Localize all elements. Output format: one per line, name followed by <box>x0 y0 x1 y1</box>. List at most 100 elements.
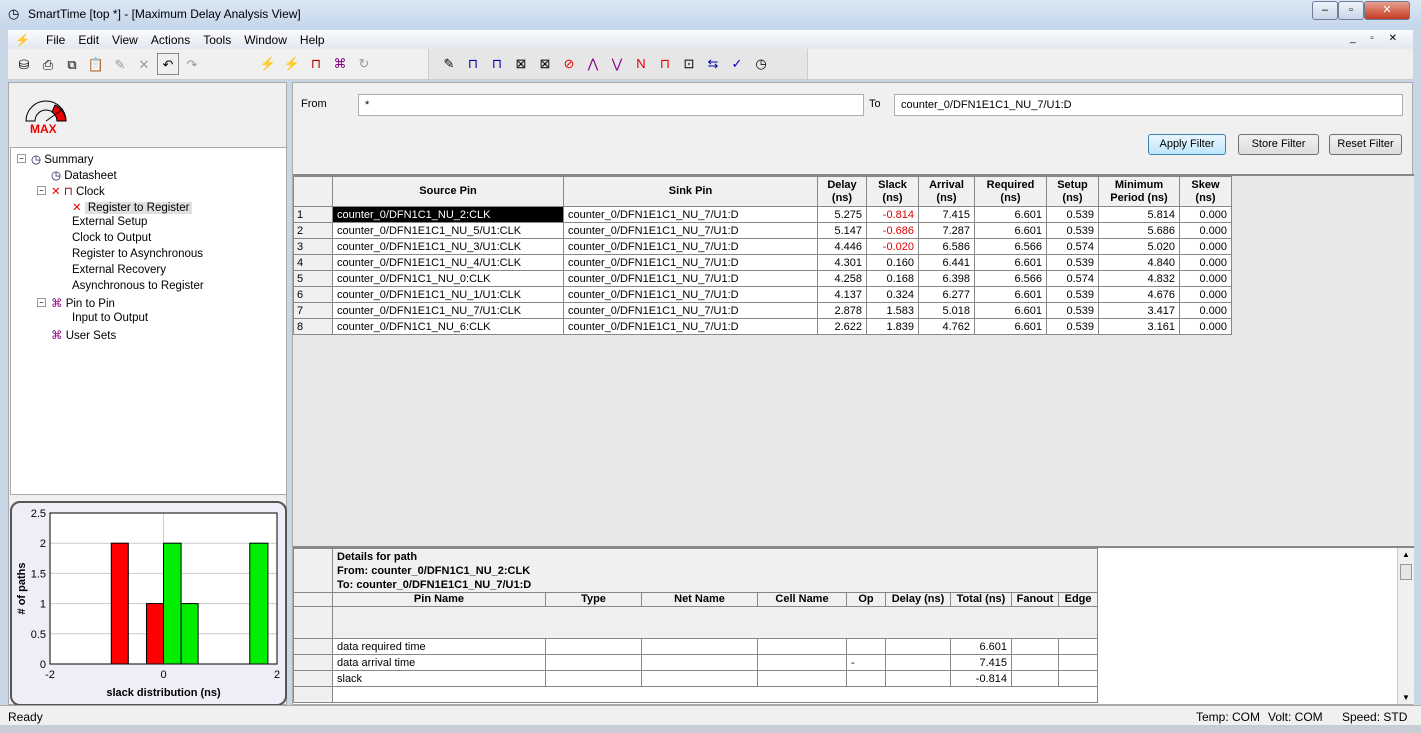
max-delay-icon[interactable]: ⚡ <box>257 53 279 75</box>
tree-item-register-to-register[interactable]: ✕ Register to Register <box>72 200 193 214</box>
app-menu-icon[interactable]: ⚡ <box>8 30 36 47</box>
reset-filter-button[interactable]: Reset Filter <box>1329 134 1402 155</box>
column-header[interactable]: Delay (ns) <box>817 176 867 207</box>
clock-source-latency-icon[interactable]: ⊡ <box>678 53 700 75</box>
right-panel: From To Apply Filter Store Filter Reset … <box>292 82 1414 705</box>
menu-tools[interactable]: Tools <box>196 30 237 47</box>
column-header[interactable]: Op <box>846 592 886 607</box>
tree-item-datasheet[interactable]: ◷ Datasheet <box>51 168 117 182</box>
table-row[interactable]: 3 counter_0/DFN1E1C1_NU_3/U1:CLK counter_0… <box>293 238 1232 255</box>
apply-filter-button[interactable]: Apply Filter <box>1148 134 1226 155</box>
tree-item-clock[interactable]: − ✕ ⊓ Clock <box>37 184 105 198</box>
column-header[interactable]: Edge <box>1057 592 1099 607</box>
close-button[interactable]: ✕ <box>1364 1 1410 20</box>
table-row[interactable]: 4 counter_0/DFN1E1C1_NU_4/U1:CLK counter_0… <box>293 254 1232 271</box>
redo-icon[interactable]: ↷ <box>181 54 203 76</box>
column-header[interactable] <box>293 176 333 207</box>
details-row[interactable]: slack -0.814 <box>293 670 1099 687</box>
table-row[interactable]: 2 counter_0/DFN1E1C1_NU_5/U1:CLK counter_0… <box>293 222 1232 239</box>
column-header[interactable] <box>293 592 333 607</box>
histogram-bar <box>110 542 129 665</box>
column-header[interactable]: Cell Name <box>757 592 847 607</box>
minimize-button[interactable]: – <box>1312 1 1338 20</box>
tree-item-external-setup[interactable]: External Setup <box>72 216 147 228</box>
table-row[interactable]: 8 counter_0/DFN1C1_NU_6:CLK counter_0/DFN1… <box>293 318 1232 335</box>
to-input[interactable] <box>894 94 1403 116</box>
refresh-icon[interactable]: ↻ <box>353 53 375 75</box>
print-icon[interactable]: ⎙ <box>37 54 59 76</box>
table-cell: 3.417 <box>1098 302 1180 319</box>
column-header[interactable]: Total (ns) <box>950 592 1012 607</box>
copy-icon[interactable]: ⧉ <box>61 54 83 76</box>
min-delay-constraint-icon[interactable]: ⋁ <box>606 53 628 75</box>
maximize-button[interactable]: ▫ <box>1338 1 1364 20</box>
column-header[interactable]: Required (ns) <box>974 176 1047 207</box>
generated-clock-icon[interactable]: ⊓ <box>486 53 508 75</box>
column-header[interactable]: Setup (ns) <box>1046 176 1099 207</box>
check-constraints-icon[interactable]: ✓ <box>726 53 748 75</box>
column-header[interactable]: Arrival (ns) <box>918 176 975 207</box>
column-header[interactable]: Pin Name <box>332 592 546 607</box>
false-path-icon[interactable]: ⊘ <box>558 53 580 75</box>
pin-to-pin-toolbar-icon[interactable]: ⌘ <box>329 53 351 75</box>
min-delay-icon[interactable]: ⚡ <box>281 53 303 75</box>
column-header[interactable]: Delay (ns) <box>885 592 951 607</box>
column-header[interactable]: Sink Pin <box>563 176 818 207</box>
constraint-editor-icon[interactable]: ✎ <box>438 53 460 75</box>
tree-item-asynchronous-to-register[interactable]: Asynchronous to Register <box>72 280 204 292</box>
output-delay-icon[interactable]: ⊠ <box>534 53 556 75</box>
table-cell: 0.324 <box>866 286 919 303</box>
table-cell: 7.415 <box>950 654 1012 671</box>
clock-uncertainty-icon[interactable]: ⇆ <box>702 53 724 75</box>
details-row[interactable]: data arrival time - 7.415 <box>293 654 1099 671</box>
max-delay-constraint-icon[interactable]: ⋀ <box>582 53 604 75</box>
table-cell: 6.441 <box>918 254 975 271</box>
column-header[interactable]: Type <box>545 592 642 607</box>
clock-icon-1[interactable]: ⊓ <box>462 53 484 75</box>
table-row[interactable]: 6 counter_0/DFN1E1C1_NU_1/U1:CLK counter_0… <box>293 286 1232 303</box>
column-header[interactable]: Slack (ns) <box>866 176 919 207</box>
menu-edit[interactable]: Edit <box>71 30 105 47</box>
from-input[interactable] <box>358 94 864 116</box>
table-cell: 6.566 <box>974 238 1047 255</box>
column-header[interactable]: Fanout <box>1011 592 1059 607</box>
menu-window[interactable]: Window <box>237 30 293 47</box>
store-filter-button[interactable]: Store Filter <box>1238 134 1319 155</box>
clock-group-icon[interactable]: ◷ <box>750 53 772 75</box>
disable-timing-icon[interactable]: ⊓ <box>654 53 676 75</box>
table-row[interactable]: 7 counter_0/DFN1E1C1_NU_7/U1:CLK counter_0… <box>293 302 1232 319</box>
table-row[interactable]: 5 counter_0/DFN1C1_NU_0:CLK counter_0/DFN1… <box>293 270 1232 287</box>
menu-file[interactable]: File <box>39 30 71 47</box>
collapse-icon[interactable]: − <box>17 154 26 163</box>
paste-icon[interactable]: 📋 <box>85 54 107 76</box>
tree-item-register-to-asynchronous[interactable]: Register to Asynchronous <box>72 248 203 260</box>
menu-actions[interactable]: Actions <box>144 30 196 47</box>
column-header[interactable]: Net Name <box>641 592 758 607</box>
collapse-icon[interactable]: − <box>37 298 46 307</box>
undo-icon[interactable]: ↶ <box>157 53 179 75</box>
multicycle-icon[interactable]: N <box>630 53 652 75</box>
delete-icon[interactable]: ✕ <box>133 54 155 76</box>
details-scrollbar[interactable]: ▲ ▼ <box>1397 548 1414 704</box>
menu-view[interactable]: View <box>105 30 144 47</box>
column-header[interactable]: Skew (ns) <box>1179 176 1232 207</box>
clock-constraint-icon[interactable]: ⊓ <box>305 53 327 75</box>
menu-help[interactable]: Help <box>293 30 331 47</box>
table-row[interactable]: 1 counter_0/DFN1C1_NU_2:CLK counter_0/DFN1… <box>293 206 1232 223</box>
column-header[interactable]: Minimum Period (ns) <box>1098 176 1180 207</box>
details-row[interactable]: data required time 6.601 <box>293 638 1099 655</box>
tree-item-external-recovery[interactable]: External Recovery <box>72 264 166 276</box>
tree-item-clock-to-output[interactable]: Clock to Output <box>72 232 151 244</box>
tree-item-pin-to-pin[interactable]: − ⌘ Pin to Pin <box>37 296 115 310</box>
tree-item-input-to-output[interactable]: Input to Output <box>72 312 148 324</box>
column-header[interactable]: Source Pin <box>332 176 564 207</box>
tree-item-user-sets[interactable]: ⌘ User Sets <box>51 328 116 342</box>
edit-icon[interactable]: ✎ <box>109 54 131 76</box>
collapse-icon[interactable]: − <box>37 186 46 195</box>
database-icon[interactable]: ⛁ <box>13 54 35 76</box>
tree-item-summary[interactable]: − ◷ Summary <box>17 152 93 166</box>
input-delay-icon[interactable]: ⊠ <box>510 53 532 75</box>
table-cell <box>1011 638 1059 655</box>
chart-svg: 00.511.522.5-2 0 2slack distribution (ns)#… <box>16 508 280 699</box>
mdi-window-controls[interactable]: _ ▫ ✕ <box>1343 30 1409 44</box>
